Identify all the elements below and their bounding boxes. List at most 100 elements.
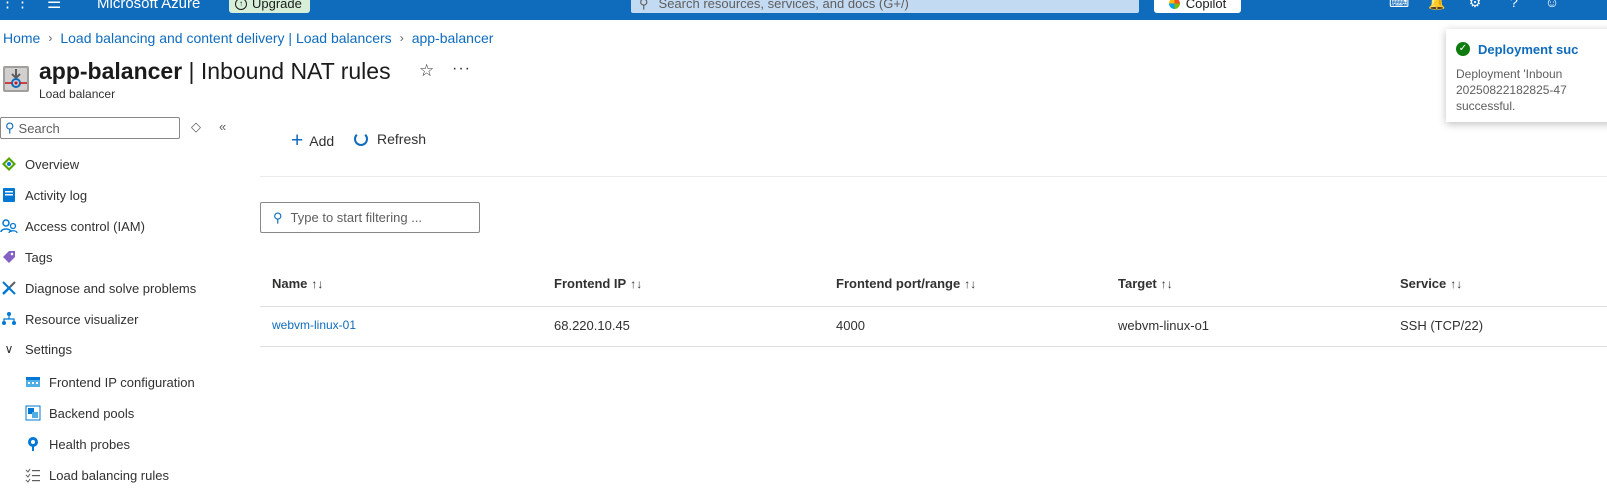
table-cell-frontend-ip: 68.220.10.45 (554, 318, 630, 333)
search-icon: ⚲ (639, 0, 649, 11)
sidebar-item-label: Tags (25, 249, 53, 265)
row-divider (260, 346, 1607, 347)
sidebar-group-label: Settings (25, 341, 72, 357)
sidebar-item-label: Load balancing rules (49, 467, 169, 483)
table-cell-name-link[interactable]: webvm-linux-01 (272, 318, 356, 332)
sort-icon[interactable]: ↑↓ (630, 277, 642, 291)
chevron-right-icon: › (48, 31, 53, 45)
add-label: Add (309, 133, 335, 149)
settings-gear-icon[interactable]: ⚙ (1466, 0, 1484, 11)
breadcrumb: Home › Load balancing and content delive… (3, 30, 493, 46)
blade-name: Inbound NAT rules (200, 58, 391, 84)
sidebar-item-access-control[interactable]: Access control (IAM) (0, 214, 145, 238)
page-title: app-balancer | Inbound NAT rules (39, 58, 391, 85)
column-header-target[interactable]: Target ↑↓ (1118, 276, 1173, 291)
column-header-label: Frontend IP (554, 276, 627, 291)
column-header-label: Frontend port/range (836, 276, 961, 291)
chevron-down-icon: ∨ (4, 342, 14, 356)
toast-message: Deployment 'Inboun 20250822182825-47 suc… (1456, 66, 1606, 114)
toast-message-line: successful. (1456, 99, 1516, 113)
sidebar-item-activity-log[interactable]: Activity log (0, 183, 87, 207)
add-button[interactable]: + Add (291, 129, 335, 152)
chevron-right-icon: › (399, 31, 404, 45)
copilot-label: Copilot (1185, 0, 1227, 11)
expand-collapse-icon[interactable]: ◇ (191, 119, 201, 135)
sidebar-item-tags[interactable]: Tags (0, 245, 52, 269)
sidebar-item-diagnose[interactable]: Diagnose and solve problems (0, 276, 196, 300)
sidebar-group-settings[interactable]: ∨ Settings (0, 337, 72, 361)
upgrade-icon: ↑ (235, 0, 247, 10)
sidebar-search-placeholder: Search (18, 120, 60, 136)
sidebar-item-overview[interactable]: Overview (0, 152, 79, 176)
portal-menu-icon[interactable]: ☰ (47, 0, 61, 13)
sidebar-item-label: Access control (IAM) (25, 218, 145, 234)
resource-type-label: Load balancer (39, 87, 116, 101)
toast-message-line: Deployment 'Inboun (1456, 67, 1563, 81)
upgrade-button[interactable]: ↑ Upgrade (229, 0, 310, 13)
plus-icon: + (291, 129, 304, 152)
column-header-name[interactable]: Name ↑↓ (272, 276, 323, 291)
column-header-label: Target (1118, 276, 1157, 291)
breadcrumb-load-balancers[interactable]: Load balancing and content delivery | Lo… (60, 30, 391, 46)
tag-icon (0, 248, 18, 266)
notifications-icon[interactable]: 🔔 (1428, 0, 1446, 11)
column-header-frontend-ip[interactable]: Frontend IP ↑↓ (554, 276, 642, 291)
breadcrumb-app-balancer[interactable]: app-balancer (412, 30, 494, 46)
copilot-button[interactable]: Copilot (1154, 0, 1241, 13)
resource-name: app-balancer (39, 58, 183, 84)
frontend-ip-icon (24, 373, 42, 391)
sidebar-item-label: Frontend IP configuration (49, 374, 195, 390)
sort-icon[interactable]: ↑↓ (1450, 277, 1462, 291)
sidebar-item-label: Overview (25, 156, 80, 172)
visualizer-icon (0, 310, 18, 328)
copilot-icon (1168, 0, 1180, 9)
favorite-star-icon[interactable]: ☆ (419, 61, 434, 81)
load-balancer-icon (3, 66, 29, 92)
search-icon: ⚲ (5, 120, 15, 135)
refresh-label: Refresh (377, 131, 427, 147)
column-header-label: Service (1400, 276, 1447, 291)
upgrade-label: Upgrade (252, 0, 302, 11)
wrench-icon (0, 279, 18, 297)
backend-pool-icon (24, 404, 42, 422)
toast-title[interactable]: Deployment suc (1478, 42, 1578, 57)
sort-icon[interactable]: ↑↓ (311, 277, 323, 291)
command-bar-divider (260, 176, 1607, 177)
sidebar-item-health-probes[interactable]: Health probes (24, 432, 130, 456)
portal-brand[interactable]: Microsoft Azure (97, 0, 200, 12)
global-search-placeholder: Search resources, services, and docs (G+… (658, 0, 909, 11)
refresh-button[interactable]: Refresh (354, 131, 426, 147)
sidebar-item-backend-pools[interactable]: Backend pools (24, 401, 134, 425)
sidebar-item-label: Backend pools (49, 405, 135, 421)
filter-input[interactable]: ⚲ Type to start filtering ... (260, 202, 480, 233)
collapse-sidebar-icon[interactable]: « (219, 119, 226, 134)
sidebar-search-input[interactable]: ⚲ Search (0, 117, 180, 139)
sort-icon[interactable]: ↑↓ (964, 277, 976, 291)
title-separator: | (182, 58, 201, 84)
column-header-label: Name (272, 276, 308, 291)
table-cell-service: SSH (TCP/22) (1400, 318, 1484, 333)
feedback-icon[interactable]: ☺ (1543, 0, 1561, 10)
more-options-icon[interactable]: ··· (452, 60, 471, 78)
iam-icon (0, 217, 18, 235)
app-launcher-icon[interactable]: ⋮⋮ (0, 0, 30, 11)
help-icon[interactable]: ? (1505, 0, 1523, 10)
toast-message-line: 20250822182825-47 (1456, 83, 1567, 97)
rules-icon (24, 466, 42, 484)
column-header-service[interactable]: Service ↑↓ (1400, 276, 1462, 291)
deployment-notification-toast[interactable]: ✓ Deployment suc Deployment 'Inboun 2025… (1446, 29, 1607, 122)
sidebar-item-label: Activity log (25, 187, 88, 203)
column-header-frontend-port[interactable]: Frontend port/range ↑↓ (836, 276, 976, 291)
sidebar-item-resource-visualizer[interactable]: Resource visualizer (0, 307, 138, 331)
breadcrumb-home[interactable]: Home (3, 30, 40, 46)
search-icon: ⚲ (273, 209, 283, 225)
sort-icon[interactable]: ↑↓ (1161, 277, 1173, 291)
top-nav-bar: ⋮⋮ ☰ Microsoft Azure ↑ Upgrade ⚲ Search … (0, 0, 1607, 20)
filter-placeholder: Type to start filtering ... (290, 210, 423, 225)
cloud-shell-icon[interactable]: ⌨ (1389, 0, 1409, 11)
global-search-input[interactable]: ⚲ Search resources, services, and docs (… (631, 0, 1139, 13)
sidebar-item-frontend-ip[interactable]: Frontend IP configuration (24, 370, 195, 394)
success-check-icon: ✓ (1456, 42, 1470, 56)
sidebar-item-label: Diagnose and solve problems (25, 280, 197, 296)
sidebar-item-load-balancing-rules[interactable]: Load balancing rules (24, 463, 169, 487)
